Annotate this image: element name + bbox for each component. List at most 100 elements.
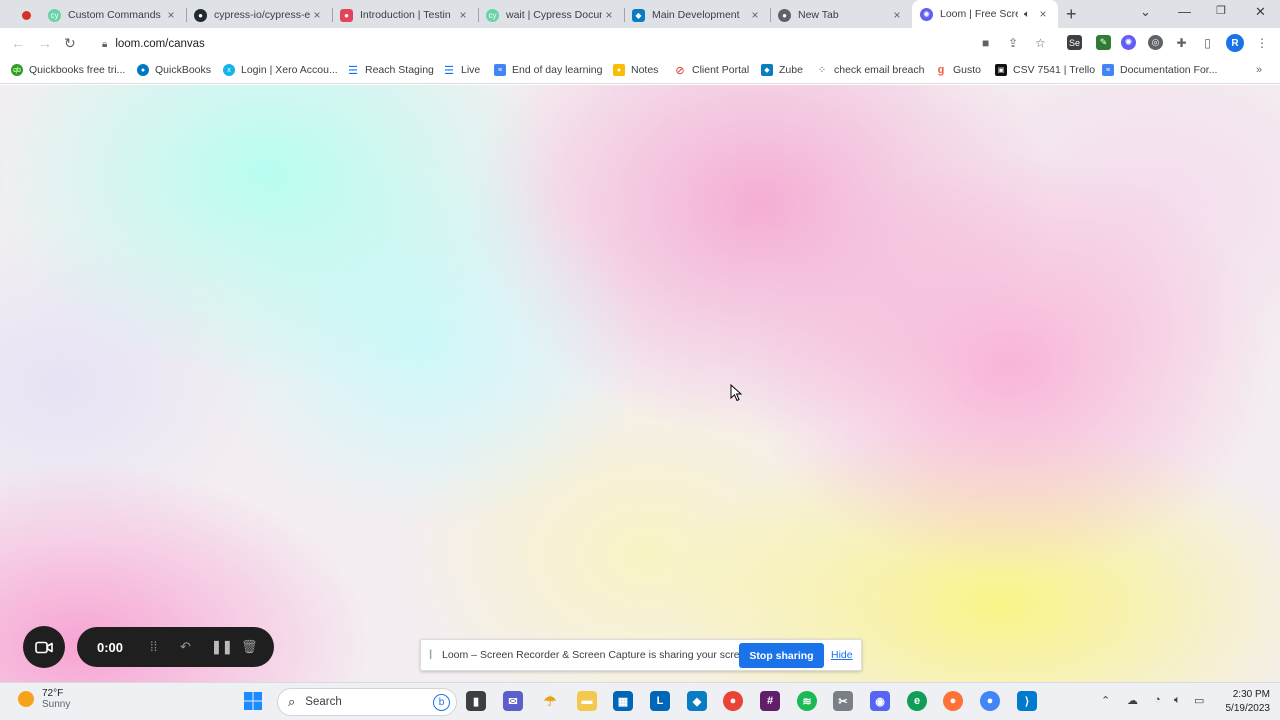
battery-icon[interactable]: ▭: [1194, 694, 1204, 707]
restore-icon[interactable]: ❐: [1216, 4, 1226, 17]
tab-title: Introduction | Testin: [360, 9, 451, 21]
tab-search-icon[interactable]: ⌄: [1140, 4, 1151, 20]
pen-extension-icon[interactable]: ✎: [1096, 35, 1111, 50]
wifi-icon[interactable]: ◔: [1154, 694, 1161, 706]
bookmark-gusto[interactable]: g Gusto: [935, 64, 981, 76]
recording-control-bar: 0:00 ⁞⁞ ↶ ❚❚ 🗑︎: [77, 627, 274, 667]
bookmark-star-icon[interactable]: ☆: [1035, 36, 1046, 50]
zube-app-icon[interactable]: ◆: [687, 691, 707, 711]
taskbar-search[interactable]: ⌕ Search b: [277, 688, 457, 716]
bookmark-documentation[interactable]: ≡ Documentation For...: [1102, 64, 1217, 76]
bookmark-client-portal[interactable]: ⊘ Client Portal: [674, 64, 749, 77]
teams-chat-icon[interactable]: ✉: [503, 691, 523, 711]
extensions-puzzle-icon[interactable]: ✚: [1174, 35, 1189, 50]
tab-new-tab[interactable]: ● New Tab ×: [770, 2, 912, 28]
microsoft-store-icon[interactable]: ▦: [613, 691, 633, 711]
pause-icon[interactable]: ❚❚: [211, 639, 233, 655]
drag-grid-icon[interactable]: ⁞⁞: [150, 639, 157, 654]
l-app-icon[interactable]: L: [650, 691, 670, 711]
tab-title: Main Development: [652, 9, 740, 21]
minimize-icon[interactable]: —: [1178, 4, 1191, 19]
testing-library-icon: ●: [340, 8, 353, 22]
close-icon[interactable]: ×: [1036, 7, 1050, 21]
stop-sharing-button[interactable]: Stop sharing: [739, 643, 824, 668]
bookmark-reach-staging[interactable]: ☰ Reach Staging: [347, 64, 434, 77]
tray-overflow-icon[interactable]: ⌃: [1101, 694, 1110, 707]
system-clock[interactable]: 2:30 PM 5/19/2023: [1218, 688, 1271, 716]
camera-toggle-button[interactable]: [23, 626, 65, 668]
bookmark-end-of-day-learning[interactable]: ≡ End of day learning: [494, 64, 602, 76]
spotify-icon[interactable]: ≋: [797, 691, 817, 711]
tab-title: New Tab: [798, 9, 839, 21]
record-dot-icon: [22, 10, 31, 20]
weather-widget[interactable]: 72°F Sunny: [18, 688, 70, 710]
bookmark-zube[interactable]: ◆ Zube: [761, 64, 803, 76]
bookmark-notes[interactable]: ● Notes: [613, 64, 658, 76]
address-bar[interactable]: 🔒︎ loom.com/canvas: [92, 31, 1060, 57]
reload-button[interactable]: ↻: [64, 35, 76, 52]
bookmark-live[interactable]: ☰ Live: [443, 64, 480, 77]
side-panel-icon[interactable]: ▯: [1200, 35, 1215, 50]
tab-custom-commands[interactable]: cy Custom Commands ×: [40, 2, 187, 28]
weather-temperature: 72°F: [42, 688, 64, 699]
bookmark-xero-login[interactable]: x Login | Xero Accou...: [223, 64, 338, 76]
profile-avatar[interactable]: R: [1226, 34, 1244, 52]
bing-icon: b: [433, 694, 450, 711]
audio-playing-icon[interactable]: 🔈︎: [1024, 9, 1030, 20]
new-tab-button[interactable]: +: [1066, 4, 1077, 25]
tab-strip: cy Custom Commands × ● cypress-io/cypres…: [0, 0, 1280, 28]
close-icon[interactable]: ×: [164, 8, 178, 22]
bookmarks-overflow-icon[interactable]: »: [1256, 64, 1262, 76]
discord-icon[interactable]: ◉: [870, 691, 890, 711]
chrome-taskbar-icon[interactable]: ●: [723, 691, 743, 711]
close-icon[interactable]: ×: [310, 8, 324, 22]
close-icon[interactable]: ×: [602, 8, 616, 22]
tab-wait-cypress-docs[interactable]: cy wait | Cypress Docum ×: [478, 2, 625, 28]
close-icon[interactable]: ×: [748, 8, 762, 22]
bookmark-quickbooks[interactable]: ● QuickBooks: [137, 64, 211, 76]
window-close-icon[interactable]: ✕: [1255, 4, 1266, 20]
hide-link[interactable]: Hide: [831, 649, 853, 661]
chrome-profile-icon[interactable]: ●: [980, 691, 1000, 711]
forward-button[interactable]: →: [38, 35, 52, 51]
video-camera-icon: [35, 641, 53, 653]
lock-icon[interactable]: 🔒︎: [102, 39, 107, 50]
close-icon[interactable]: ×: [890, 8, 904, 22]
network-cloud-icon[interactable]: ☁: [1127, 694, 1138, 707]
bookmark-csv-trello[interactable]: ▣ CSV 7541 | Trello: [995, 64, 1095, 76]
zube-icon: ◆: [632, 8, 645, 22]
snipping-tool-icon[interactable]: ✂: [833, 691, 853, 711]
tab-title: Custom Commands: [68, 9, 161, 21]
trash-icon[interactable]: 🗑︎: [241, 639, 258, 655]
file-explorer-icon[interactable]: ▬: [577, 691, 597, 711]
globe-extension-icon[interactable]: ◎: [1148, 35, 1163, 50]
camera-in-use-icon[interactable]: ■: [982, 36, 989, 50]
slack-icon[interactable]: #: [760, 691, 780, 711]
task-view-icon[interactable]: ▮: [466, 691, 486, 711]
back-button[interactable]: ←: [11, 35, 25, 51]
vscode-icon[interactable]: ⟩: [1017, 691, 1037, 711]
volume-icon[interactable]: 🔈︎: [1174, 694, 1181, 707]
restart-icon[interactable]: ↶: [180, 639, 191, 655]
recording-indicator[interactable]: [14, 2, 32, 28]
widget-app-icon[interactable]: ☂: [540, 691, 560, 711]
xero-icon: x: [223, 64, 235, 76]
bookmark-quickbooks-free-trial[interactable]: qb Quickbooks free tri...: [11, 64, 125, 76]
portal-icon: ⊘: [675, 64, 685, 77]
tab-cypress-github[interactable]: ● cypress-io/cypress-e ×: [186, 2, 333, 28]
share-icon[interactable]: ⇪: [1008, 36, 1018, 50]
tab-introduction-testing[interactable]: ● Introduction | Testin ×: [332, 2, 479, 28]
close-icon[interactable]: ×: [456, 8, 470, 22]
tab-loom[interactable]: ✺ Loom | Free Scre 🔈︎ ×: [912, 0, 1058, 28]
windows-start-icon[interactable]: [243, 691, 263, 711]
quickbooks-globe-icon: ●: [137, 64, 149, 76]
firefox-icon[interactable]: ●: [943, 691, 963, 711]
drag-handle-icon[interactable]: ||: [429, 649, 433, 660]
recording-timer: 0:00: [97, 639, 124, 655]
selenium-extension-icon[interactable]: Se: [1067, 35, 1082, 50]
tab-main-development[interactable]: ◆ Main Development ×: [624, 2, 771, 28]
menu-kebab-icon[interactable]: ⋮: [1256, 36, 1268, 50]
loom-extension-icon[interactable]: ✺: [1121, 35, 1136, 50]
bookmark-check-email-breach[interactable]: ⁘ check email breach: [816, 64, 925, 76]
edge-icon[interactable]: e: [907, 691, 927, 711]
